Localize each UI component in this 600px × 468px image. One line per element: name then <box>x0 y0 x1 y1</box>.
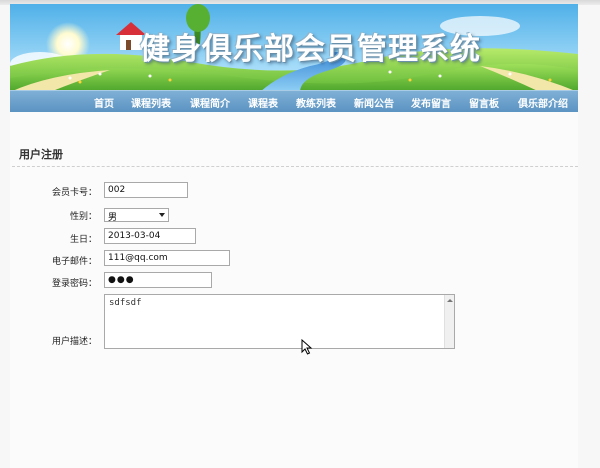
card-number-input[interactable]: 002 <box>104 182 188 198</box>
mouse-pointer-icon <box>301 339 313 355</box>
email-input[interactable]: 111@qq.com <box>104 250 230 266</box>
gender-select[interactable]: 男 <box>104 208 169 223</box>
nav-item-home[interactable]: 首页 <box>94 95 114 110</box>
site-title: 健身俱乐部会员管理系统 <box>140 32 481 67</box>
textarea-scrollbar[interactable] <box>444 295 454 348</box>
description-textarea[interactable]: sdfsdf <box>104 294 455 349</box>
card-number-label: 会员卡号： <box>51 188 97 198</box>
description-label: 用户描述： <box>51 337 97 347</box>
nav-item-schedule[interactable]: 课程表 <box>248 95 278 110</box>
password-label: 登录密码： <box>51 279 97 289</box>
chevron-down-icon <box>159 213 165 217</box>
nav-item-club-intro[interactable]: 俱乐部介绍 <box>518 95 568 110</box>
nav-item-news[interactable]: 新闻公告 <box>354 95 394 110</box>
email-label: 电子邮件： <box>51 257 97 267</box>
divider <box>12 166 578 167</box>
main-nav: 首页 课程列表 课程简介 课程表 教练列表 新闻公告 发布留言 留言板 俱乐部介… <box>10 90 578 112</box>
page: 健身俱乐部会员管理系统 首页 课程列表 课程简介 课程表 教练列表 新闻公告 发… <box>0 0 600 468</box>
gender-label: 性别： <box>69 212 97 222</box>
main-content: 用户注册 会员卡号： 002 性别： 男 生日： 2013-03-04 电子邮件… <box>10 112 578 468</box>
description-text: sdfsdf <box>109 298 142 308</box>
nav-item-message-board[interactable]: 留言板 <box>469 95 499 110</box>
scroll-up-icon[interactable] <box>447 299 453 302</box>
nav-item-post-message[interactable]: 发布留言 <box>411 95 451 110</box>
gender-select-value: 男 <box>108 213 118 223</box>
page-title: 用户注册 <box>19 148 63 161</box>
birthday-label: 生日： <box>69 235 97 245</box>
header-banner: 健身俱乐部会员管理系统 <box>10 4 578 92</box>
nav-item-course-intro[interactable]: 课程简介 <box>190 95 230 110</box>
nav-item-course-list[interactable]: 课程列表 <box>131 95 171 110</box>
password-input[interactable]: ●●● <box>104 272 212 288</box>
birthday-input[interactable]: 2013-03-04 <box>104 228 196 244</box>
nav-item-coach-list[interactable]: 教练列表 <box>296 95 336 110</box>
